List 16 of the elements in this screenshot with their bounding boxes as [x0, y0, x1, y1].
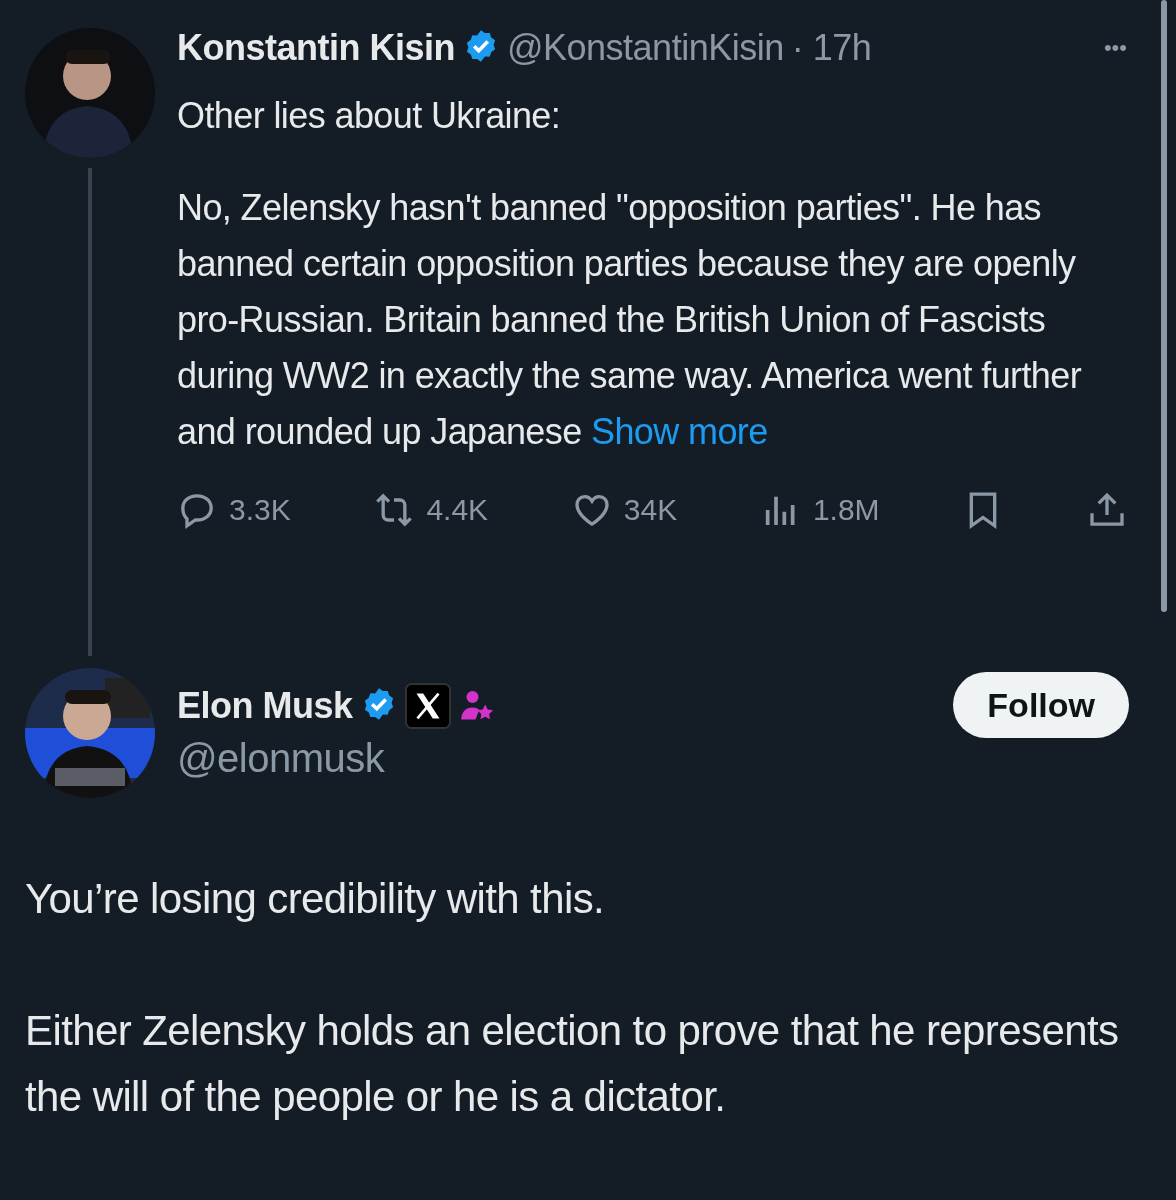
stat-count: 1.8M — [812, 493, 880, 527]
tweet-text: You’re losing credibility with this. — [25, 874, 606, 924]
stat-count: 4.4K — [426, 493, 489, 527]
author-name[interactable]: Elon Musk — [177, 685, 353, 727]
stat-count: 3.3K — [229, 493, 291, 527]
author-name[interactable]: Konstantin Kisin — [177, 27, 455, 69]
tweet-text: Other lies about Ukraine: — [177, 94, 562, 138]
stat-count: 34K — [623, 493, 678, 527]
show-more-link[interactable]: Show more — [590, 411, 768, 452]
tweet-text: Either Zelensky holds an election to prove that he represents the will of the people or he is a dictator. — [25, 1006, 1120, 1122]
author-handle[interactable]: @KonstantinKisin — [507, 27, 784, 69]
timestamp: · 17h — [791, 27, 872, 69]
follow-button[interactable]: Follow — [953, 672, 1129, 738]
tweet-text: No, Zelensky hasn't banned "opposition parties". He has banned certain opposition parties because they are openly pro-Russian. Britain banned the British Union of Fascists during WW2 in exactly the same way. America went further and rounded up Japanese Show more — [177, 186, 1083, 454]
author-handle[interactable]: @elonmusk — [177, 736, 495, 781]
more-options-button[interactable]: ••• — [1103, 35, 1127, 61]
